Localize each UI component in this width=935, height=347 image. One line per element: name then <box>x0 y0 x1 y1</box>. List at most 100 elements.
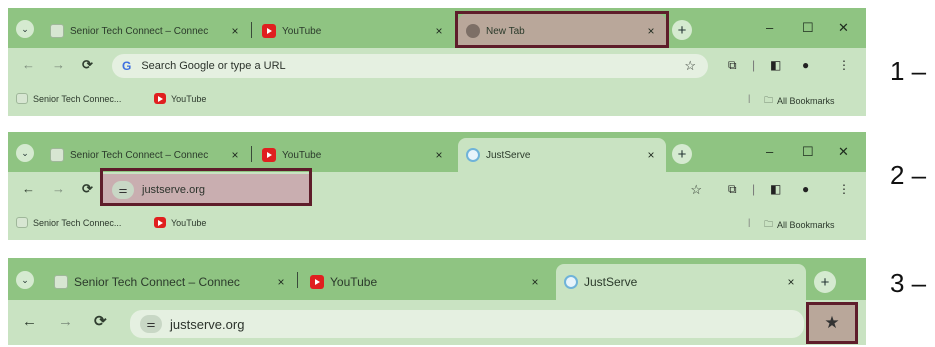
forward-icon[interactable]: → <box>52 57 65 72</box>
tab-senior-tech-connect[interactable]: Senior Tech Connect – Connec × <box>42 138 250 172</box>
address-bar[interactable]: G Search Google or type a URL ☆ <box>112 54 708 78</box>
maximize-icon[interactable]: ☐ <box>802 144 814 160</box>
tab-strip: ⌄ Senior Tech Connect – Connec × YouTube… <box>8 8 866 48</box>
tab-search-dropdown-icon[interactable]: ⌄ <box>16 271 34 289</box>
senior-tech-favicon-icon <box>54 275 68 289</box>
bookmark-label: YouTube <box>171 93 207 104</box>
highlight-new-tab <box>455 11 669 48</box>
all-bookmarks-label: All Bookmarks <box>777 220 835 230</box>
bookmark-senior-tech[interactable]: Senior Tech Connec... <box>16 217 121 228</box>
chrome-menu-icon[interactable]: ⋮ <box>838 182 850 196</box>
forward-icon[interactable]: → <box>52 181 65 196</box>
tab-search-dropdown-icon[interactable]: ⌄ <box>16 20 34 38</box>
new-tab-plus-icon[interactable]: + <box>814 271 836 293</box>
browser-screenshot-3: ⌄ Senior Tech Connect – Connec × YouTube… <box>8 258 866 345</box>
minimize-icon[interactable]: – <box>766 20 773 35</box>
reload-icon[interactable]: ⟳ <box>82 181 93 197</box>
tab-label: Senior Tech Connect – Connec <box>74 275 240 289</box>
toolbar: ← → ⟳ G Search Google or type a URL ☆ ⧉ … <box>8 50 866 82</box>
address-bar-placeholder: Search Google or type a URL <box>141 60 286 72</box>
bookmark-youtube[interactable]: YouTube <box>154 217 206 228</box>
tab-youtube[interactable]: YouTube × <box>302 264 550 300</box>
justserve-favicon-icon <box>564 275 578 289</box>
bookmark-star-icon[interactable]: ☆ <box>684 58 696 74</box>
tab-separator <box>251 146 252 162</box>
bookmark-star-filled-icon[interactable]: ★ <box>806 302 858 344</box>
side-panel-icon[interactable]: ◧ <box>770 182 781 196</box>
window-close-icon[interactable]: ✕ <box>838 20 849 36</box>
youtube-favicon-icon <box>262 24 276 38</box>
extensions-icon[interactable]: ⧉ <box>728 182 737 197</box>
tab-strip: ⌄ Senior Tech Connect – Connec × YouTube… <box>8 258 866 300</box>
minimize-icon[interactable]: – <box>766 144 773 159</box>
reload-icon[interactable]: ⟳ <box>94 312 107 330</box>
google-g-icon: G <box>122 59 132 73</box>
back-icon[interactable]: ← <box>22 313 37 330</box>
tab-strip: ⌄ Senior Tech Connect – Connec × YouTube… <box>8 132 866 172</box>
tab-close-icon[interactable]: × <box>228 148 242 162</box>
step-number-2: 2 – <box>890 160 927 190</box>
tab-close-icon[interactable]: × <box>784 275 798 289</box>
bookmark-star-icon[interactable]: ☆ <box>690 182 702 198</box>
youtube-favicon-icon <box>154 217 166 228</box>
youtube-favicon-icon <box>310 275 324 289</box>
tab-close-icon[interactable]: × <box>432 24 446 38</box>
reload-icon[interactable]: ⟳ <box>82 57 93 73</box>
all-bookmarks-button[interactable]: 🗀 All Bookmarks <box>764 93 835 109</box>
bookmark-senior-tech[interactable]: Senior Tech Connec... <box>16 93 121 104</box>
window-close-icon[interactable]: ✕ <box>838 144 849 160</box>
address-bar-url: justserve.org <box>170 316 245 332</box>
senior-tech-favicon-icon <box>50 148 64 162</box>
bookmarks-bar: Senior Tech Connec... YouTube | 🗀 All Bo… <box>8 212 866 236</box>
tab-label: Senior Tech Connect – Connec <box>70 25 209 37</box>
back-icon[interactable]: ← <box>22 181 35 196</box>
toolbar: ← → ⟳ ⚌ justserve.org ★ <box>8 302 866 344</box>
bookmark-label: YouTube <box>171 217 207 228</box>
tab-label: JustServe <box>486 149 531 161</box>
tab-label: Senior Tech Connect – Connec <box>70 149 209 161</box>
forward-icon[interactable]: → <box>58 313 73 330</box>
chrome-menu-icon[interactable]: ⋮ <box>838 58 850 72</box>
tab-close-icon[interactable]: × <box>228 24 242 38</box>
tab-close-icon[interactable]: × <box>432 148 446 162</box>
senior-tech-favicon-icon <box>16 217 28 228</box>
browser-screenshot-2: ⌄ Senior Tech Connect – Connec × YouTube… <box>8 132 866 240</box>
tab-label: YouTube <box>282 25 322 37</box>
extensions-icon[interactable]: ⧉ <box>728 58 737 73</box>
tab-youtube[interactable]: YouTube × <box>254 14 454 48</box>
new-tab-plus-icon[interactable]: + <box>672 20 692 40</box>
bookmarks-divider: | <box>748 217 751 227</box>
tab-search-dropdown-icon[interactable]: ⌄ <box>16 144 34 162</box>
youtube-favicon-icon <box>262 148 276 162</box>
youtube-favicon-icon <box>154 93 166 104</box>
profile-avatar-icon[interactable]: ● <box>802 182 809 196</box>
highlight-address-bar <box>100 168 312 206</box>
toolbar-divider: | <box>752 182 756 196</box>
justserve-favicon-icon <box>466 148 480 162</box>
new-tab-plus-icon[interactable]: + <box>672 144 692 164</box>
side-panel-icon[interactable]: ◧ <box>770 58 781 72</box>
tab-senior-tech-connect[interactable]: Senior Tech Connect – Connec × <box>46 264 296 300</box>
tab-separator <box>297 272 298 288</box>
tab-close-icon[interactable]: × <box>528 275 542 289</box>
maximize-icon[interactable]: ☐ <box>802 20 814 36</box>
profile-avatar-icon[interactable]: ● <box>802 58 809 72</box>
tab-justserve[interactable]: JustServe × <box>556 264 806 300</box>
tab-label: YouTube <box>282 149 322 161</box>
back-icon[interactable]: ← <box>22 57 35 72</box>
tab-separator <box>251 22 252 38</box>
tab-youtube[interactable]: YouTube × <box>254 138 454 172</box>
tab-close-icon[interactable]: × <box>274 275 288 289</box>
tab-close-icon[interactable]: × <box>644 148 658 162</box>
tab-justserve[interactable]: JustServe × <box>458 138 666 172</box>
site-info-icon[interactable]: ⚌ <box>140 315 162 333</box>
browser-screenshot-1: ⌄ Senior Tech Connect – Connec × YouTube… <box>8 8 866 116</box>
bookmark-youtube[interactable]: YouTube <box>154 93 206 104</box>
step-number-1: 1 – <box>890 56 927 86</box>
tab-label: JustServe <box>584 275 638 289</box>
tab-senior-tech-connect[interactable]: Senior Tech Connect – Connec × <box>42 14 250 48</box>
bookmarks-bar: Senior Tech Connec... YouTube | 🗀 All Bo… <box>8 88 866 112</box>
all-bookmarks-button[interactable]: 🗀 All Bookmarks <box>764 217 835 233</box>
folder-icon: 🗀 <box>764 219 774 229</box>
address-bar[interactable]: ⚌ justserve.org <box>130 310 804 338</box>
